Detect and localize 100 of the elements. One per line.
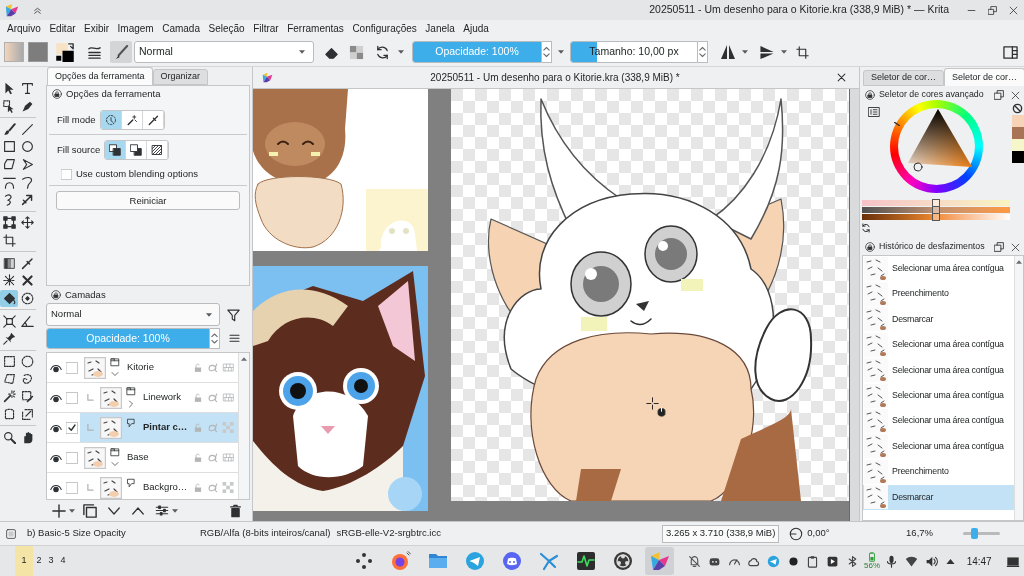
color-slider[interactable] xyxy=(862,200,1010,206)
close-icon[interactable] xyxy=(1011,90,1020,100)
menu-item[interactable]: Arquivo xyxy=(7,24,41,34)
caret-down-icon[interactable] xyxy=(172,508,178,513)
list-panel-icon[interactable] xyxy=(868,106,880,118)
plus-icon[interactable] xyxy=(52,503,66,518)
gradient-swatch-icon[interactable] xyxy=(4,42,24,62)
color-slider[interactable] xyxy=(862,214,1010,220)
history-item[interactable]: Preenchimento xyxy=(863,281,1014,307)
brush-logo-icon[interactable] xyxy=(262,72,273,83)
color-swatch[interactable] xyxy=(1012,127,1024,139)
spin-arrows-icon[interactable] xyxy=(698,41,708,63)
caret-up-icon[interactable] xyxy=(241,357,247,361)
caret-down-icon[interactable] xyxy=(206,312,212,317)
panel-tab[interactable]: Seletor de cor… xyxy=(944,68,1024,86)
color-chips-icon[interactable] xyxy=(55,42,75,62)
sliders-icon[interactable] xyxy=(155,504,169,517)
filter-icon[interactable] xyxy=(227,307,240,322)
float-icon[interactable] xyxy=(994,242,1004,252)
menu-item[interactable]: Seleção xyxy=(208,24,245,34)
restore-icon[interactable] xyxy=(988,5,997,15)
float-icon[interactable] xyxy=(994,90,1004,100)
checkbox[interactable] xyxy=(66,481,78,494)
tool-button[interactable] xyxy=(0,289,18,308)
caret-up-icon[interactable] xyxy=(1016,260,1022,264)
menu-item[interactable]: Janela xyxy=(425,24,455,34)
desktop-pager-button[interactable]: 3 xyxy=(45,546,57,576)
bell-off-icon[interactable] xyxy=(688,554,702,568)
checkerboard-icon[interactable] xyxy=(349,44,364,60)
tool-button[interactable] xyxy=(18,213,36,232)
history-item[interactable]: Preenchimento xyxy=(863,459,1014,485)
caret-down-icon[interactable] xyxy=(398,50,404,54)
checker-icon[interactable] xyxy=(222,422,235,433)
split-triangle-icon[interactable] xyxy=(759,44,775,60)
tool-button[interactable] xyxy=(0,312,18,330)
caret-down-icon[interactable] xyxy=(742,50,748,54)
lock-badge-icon[interactable] xyxy=(52,89,62,99)
taskbar-app-button[interactable] xyxy=(645,547,674,575)
battery-icon[interactable] xyxy=(867,552,878,562)
desktop-pager-button[interactable]: 4 xyxy=(57,546,69,576)
layer-item[interactable]: Pintar c… xyxy=(80,413,238,442)
desktop-pager-button[interactable]: 1 xyxy=(15,546,33,576)
panel-layout-icon[interactable] xyxy=(1003,44,1018,60)
trash-icon[interactable] xyxy=(229,503,242,518)
brush-logo-icon[interactable] xyxy=(5,3,19,17)
refresh-icon[interactable] xyxy=(375,44,390,60)
history-item[interactable]: Desmarcar xyxy=(863,306,1014,333)
checker-icon[interactable] xyxy=(222,482,235,493)
close-icon[interactable] xyxy=(1009,5,1018,15)
panel-tab[interactable]: Opções da ferramenta xyxy=(47,67,153,85)
reset-button[interactable]: Reiniciar xyxy=(56,191,240,211)
caret-down-icon[interactable] xyxy=(69,508,75,513)
menu-item[interactable]: Configurações xyxy=(352,24,417,34)
checkbox[interactable] xyxy=(66,421,78,434)
checkbox[interactable] xyxy=(66,361,78,374)
history-item[interactable]: Desmarcar xyxy=(863,484,1014,510)
panel-tab[interactable]: Seletor de cor… xyxy=(863,70,945,86)
duplicate-icon[interactable] xyxy=(83,503,97,518)
desktop-pager-button[interactable]: 2 xyxy=(33,546,45,576)
paper-plane-icon[interactable] xyxy=(767,554,781,568)
desktop-icon[interactable] xyxy=(1006,554,1020,568)
chevron-down-icon[interactable] xyxy=(107,504,121,517)
wifi-icon[interactable] xyxy=(904,554,918,568)
panel-tab[interactable]: Organizar xyxy=(152,69,209,85)
pattern-swatch-icon[interactable] xyxy=(28,42,48,62)
history-item[interactable]: Selecionar uma área contígua xyxy=(863,256,1014,282)
color-swatch[interactable] xyxy=(1012,139,1024,151)
spin-arrows-icon[interactable] xyxy=(210,328,220,349)
close-icon[interactable] xyxy=(837,73,846,82)
caret-down-icon[interactable] xyxy=(299,50,305,54)
menu-item[interactable]: Ferramentas xyxy=(287,24,344,34)
hue-marker-icon[interactable] xyxy=(894,122,900,126)
microphone-icon[interactable] xyxy=(885,554,899,568)
toggle-button[interactable] xyxy=(101,111,122,129)
history-item[interactable]: Selecionar uma área contígua xyxy=(863,382,1014,409)
double-chevron-up-icon[interactable] xyxy=(33,5,42,15)
menu-item[interactable]: Imagem xyxy=(117,24,154,34)
slider-handle[interactable] xyxy=(932,213,940,221)
checkbox[interactable] xyxy=(61,168,72,180)
blend-mode-dropdown[interactable]: Normal xyxy=(134,41,314,63)
slider-handle[interactable] xyxy=(970,528,978,539)
history-item[interactable]: Selecionar uma área contígua xyxy=(863,408,1014,434)
refresh-icon[interactable] xyxy=(861,223,871,233)
blend-mode-dropdown[interactable]: Normal xyxy=(46,303,220,326)
caret-down-icon[interactable] xyxy=(558,50,564,54)
color-slider[interactable] xyxy=(862,207,1010,213)
wavy-lines-icon[interactable] xyxy=(87,44,102,60)
color-swatch[interactable] xyxy=(1012,115,1024,127)
lock-badge-icon[interactable] xyxy=(51,290,61,300)
play-icon[interactable] xyxy=(826,554,840,568)
scrollbar[interactable] xyxy=(849,89,859,521)
mirror-triangles-icon[interactable] xyxy=(720,44,736,60)
history-item[interactable]: Selecionar uma área contígua xyxy=(863,433,1014,460)
history-item[interactable]: Selecionar uma área contígua xyxy=(863,332,1014,358)
checkbox[interactable] xyxy=(66,391,78,404)
lock-badge-icon[interactable] xyxy=(865,90,875,100)
toggle-button[interactable] xyxy=(105,141,126,159)
close-icon[interactable] xyxy=(1011,242,1020,252)
color-swatch[interactable] xyxy=(1012,151,1024,163)
clipboard-icon[interactable] xyxy=(806,554,820,568)
